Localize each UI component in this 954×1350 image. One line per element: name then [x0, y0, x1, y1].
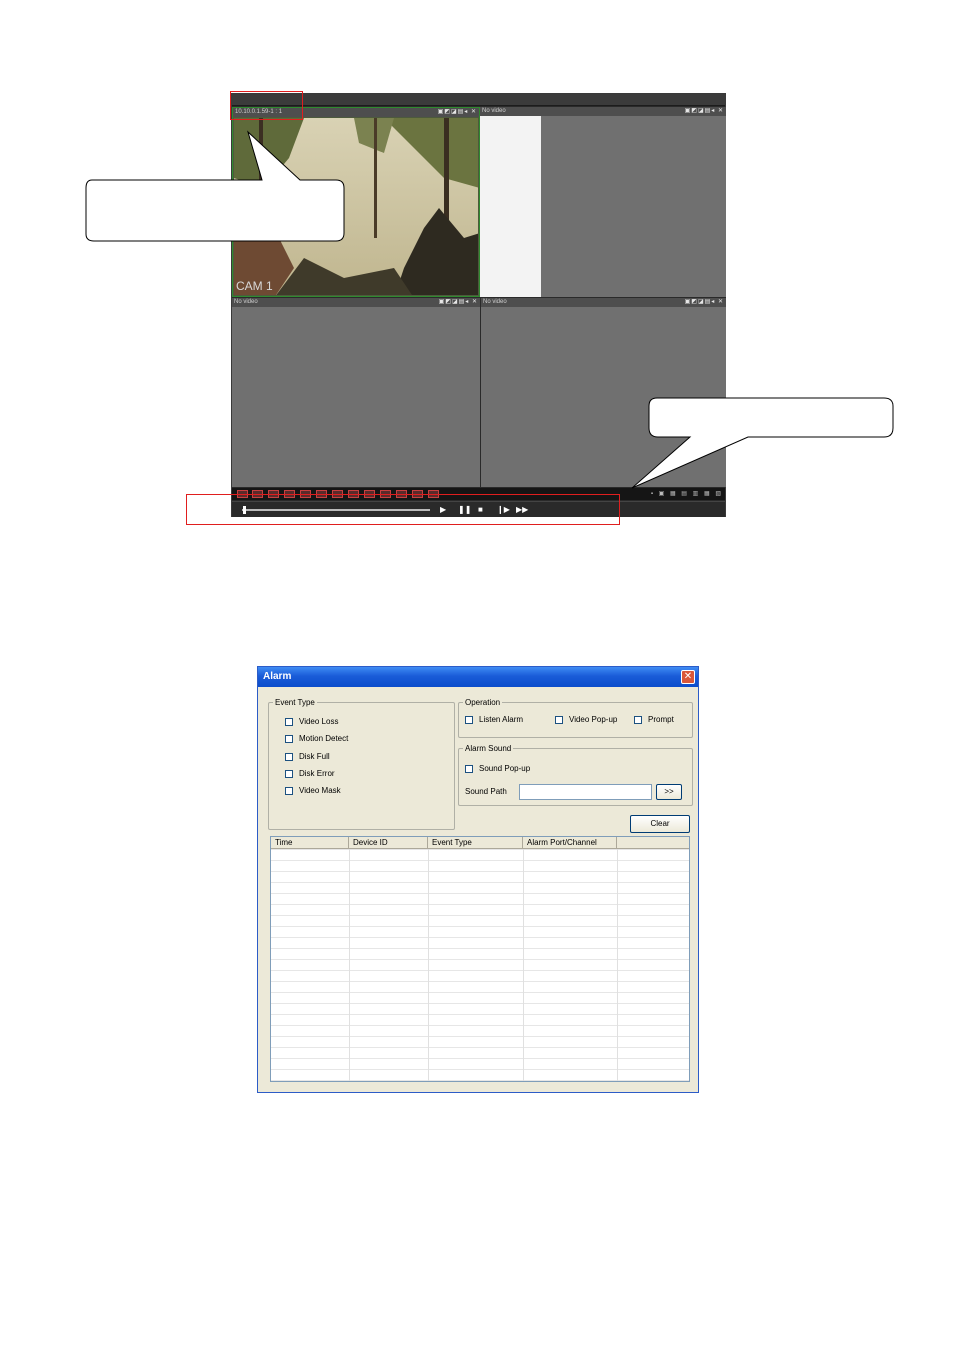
checkbox-sound-popup[interactable]: Sound Pop-up — [465, 764, 530, 773]
checkbox-icon[interactable] — [285, 769, 293, 778]
column-device-id[interactable]: Device ID — [349, 837, 428, 849]
checkbox-icon[interactable] — [285, 734, 293, 743]
callout-bubbles — [85, 130, 894, 489]
checkbox-label: Disk Error — [299, 769, 335, 778]
column-time[interactable]: Time — [271, 837, 349, 849]
checkbox-motion-detect[interactable]: Motion Detect — [285, 734, 348, 743]
column-divider — [617, 849, 618, 1081]
browse-button[interactable]: >> — [656, 784, 682, 800]
event-type-legend: Event Type — [275, 698, 315, 707]
column-divider — [349, 849, 350, 1081]
sound-path-input[interactable] — [519, 784, 652, 800]
checkbox-icon[interactable] — [555, 715, 563, 724]
callout-bubble-right — [631, 397, 894, 489]
checkbox-video-mask[interactable]: Video Mask — [285, 786, 341, 795]
checkbox-label: Listen Alarm — [479, 715, 524, 724]
close-icon[interactable]: ✕ — [681, 670, 695, 684]
column-alarm-port[interactable]: Alarm Port/Channel — [523, 837, 617, 849]
dialog-title: Alarm — [258, 667, 698, 687]
checkbox-disk-full[interactable]: Disk Full — [285, 752, 330, 761]
column-divider — [523, 849, 524, 1081]
table-rows — [271, 849, 689, 1081]
checkbox-label: Prompt — [648, 715, 674, 724]
checkbox-listen-alarm[interactable]: Listen Alarm — [465, 715, 523, 724]
checkbox-prompt[interactable]: Prompt — [634, 715, 674, 724]
checkbox-icon[interactable] — [465, 715, 473, 724]
checkbox-icon[interactable] — [634, 715, 642, 724]
checkbox-label: Video Mask — [299, 786, 341, 795]
checkbox-icon[interactable] — [285, 752, 293, 761]
clear-button[interactable]: Clear — [630, 815, 690, 833]
checkbox-label: Sound Pop-up — [479, 764, 531, 773]
alarm-dialog: Alarm ✕ Event Type Video Loss Motion Det… — [257, 666, 699, 1093]
callout-bubble-left — [85, 130, 345, 242]
alarm-sound-legend: Alarm Sound — [465, 744, 512, 753]
checkbox-label: Video Pop-up — [569, 715, 618, 724]
table-header: Time Device ID Event Type Alarm Port/Cha… — [271, 837, 689, 849]
operation-legend: Operation — [465, 698, 501, 707]
checkbox-disk-error[interactable]: Disk Error — [285, 769, 335, 778]
checkbox-label: Disk Full — [299, 752, 330, 761]
checkbox-label: Video Loss — [299, 717, 339, 726]
checkbox-video-loss[interactable]: Video Loss — [285, 717, 338, 726]
column-divider — [428, 849, 429, 1081]
alarm-table[interactable]: Time Device ID Event Type Alarm Port/Cha… — [270, 836, 690, 1082]
column-event-type[interactable]: Event Type — [428, 837, 523, 849]
checkbox-icon[interactable] — [285, 717, 293, 726]
checkbox-label: Motion Detect — [299, 734, 349, 743]
checkbox-icon[interactable] — [285, 786, 293, 795]
checkbox-icon[interactable] — [465, 764, 473, 773]
checkbox-video-popup[interactable]: Video Pop-up — [555, 715, 617, 724]
sound-path-label: Sound Path — [465, 787, 507, 796]
